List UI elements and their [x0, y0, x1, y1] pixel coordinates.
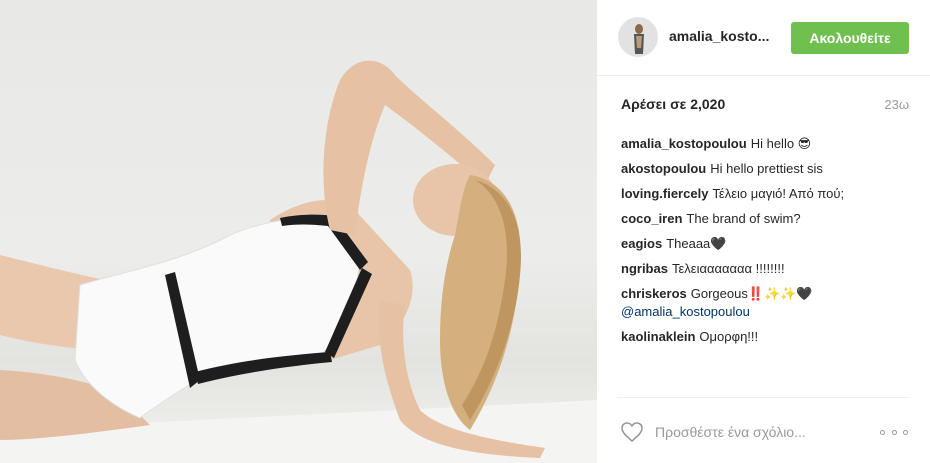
comment-username[interactable]: akostopoulou — [621, 161, 706, 176]
comment-text: Τελειααααααα !!!!!!!! — [671, 261, 785, 276]
post-photo[interactable] — [0, 0, 597, 463]
heart-icon-graphic — [621, 422, 643, 442]
comment-username[interactable]: ngribas — [621, 261, 668, 276]
comment-text: Ομορφη!!! — [699, 329, 759, 344]
post-side-panel: amalia_kosto... Ακολουθείτε Αρέσει σε 2,… — [597, 0, 930, 463]
dot-icon — [903, 429, 908, 435]
comment-text: Τέλειο μαγιό! Από πού; — [712, 186, 845, 201]
comment-mention-link[interactable]: @amalia_kostopoulou — [621, 303, 916, 321]
dot-icon — [891, 429, 897, 435]
comment-text: Hi hello 😎 — [750, 136, 812, 151]
user-avatar[interactable] — [618, 17, 658, 57]
dot-icon — [880, 429, 885, 435]
comment-item: kaolinaklein Ομορφη!!! — [621, 328, 916, 346]
heart-icon[interactable] — [620, 421, 644, 443]
comment-username[interactable]: eagios — [621, 236, 662, 251]
comment-item: akostopoulou Hi hello prettiest sis — [621, 160, 916, 178]
comment-footer — [617, 397, 910, 463]
author-username[interactable]: amalia_kosto... — [669, 28, 774, 44]
following-button[interactable]: Ακολουθείτε — [791, 22, 909, 54]
comment-item: eagios Theaaa🖤 — [621, 235, 916, 253]
more-options-icon[interactable] — [880, 423, 908, 441]
likes-count[interactable]: Αρέσει σε 2,020 — [621, 96, 725, 112]
post-timestamp[interactable]: 23ω — [884, 97, 909, 112]
comment-item: ngribas Τελειααααααα !!!!!!!! — [621, 260, 916, 278]
comment-username[interactable]: loving.fiercely — [621, 186, 708, 201]
avatar-icon — [619, 18, 657, 56]
comments-list: amalia_kostopoulou Hi hello 😎 akostopoulo… — [621, 135, 916, 353]
comment-username[interactable]: amalia_kostopoulou — [621, 136, 747, 151]
comment-username[interactable]: kaolinaklein — [621, 329, 695, 344]
comment-item: amalia_kostopoulou Hi hello 😎 — [621, 135, 916, 153]
photo-illustration — [0, 60, 597, 463]
comment-item: chriskeros Gorgeous‼️✨✨🖤 @amalia_kostopou… — [621, 285, 916, 321]
comment-username[interactable]: chriskeros — [621, 286, 687, 301]
comment-text: The brand of swim? — [686, 211, 801, 226]
comment-item: loving.fiercely Τέλειο μαγιό! Από πού; — [621, 185, 916, 203]
comment-text: Gorgeous‼️✨✨🖤 — [690, 286, 813, 301]
add-comment-input[interactable] — [655, 422, 855, 442]
comment-text: Theaaa🖤 — [666, 236, 727, 251]
comment-item: coco_iren The brand of swim? — [621, 210, 916, 228]
post-header: amalia_kosto... Ακολουθείτε — [597, 0, 930, 76]
comment-text: Hi hello prettiest sis — [710, 161, 823, 176]
comment-username[interactable]: coco_iren — [621, 211, 682, 226]
likes-row: Αρέσει σε 2,020 23ω — [621, 96, 909, 116]
